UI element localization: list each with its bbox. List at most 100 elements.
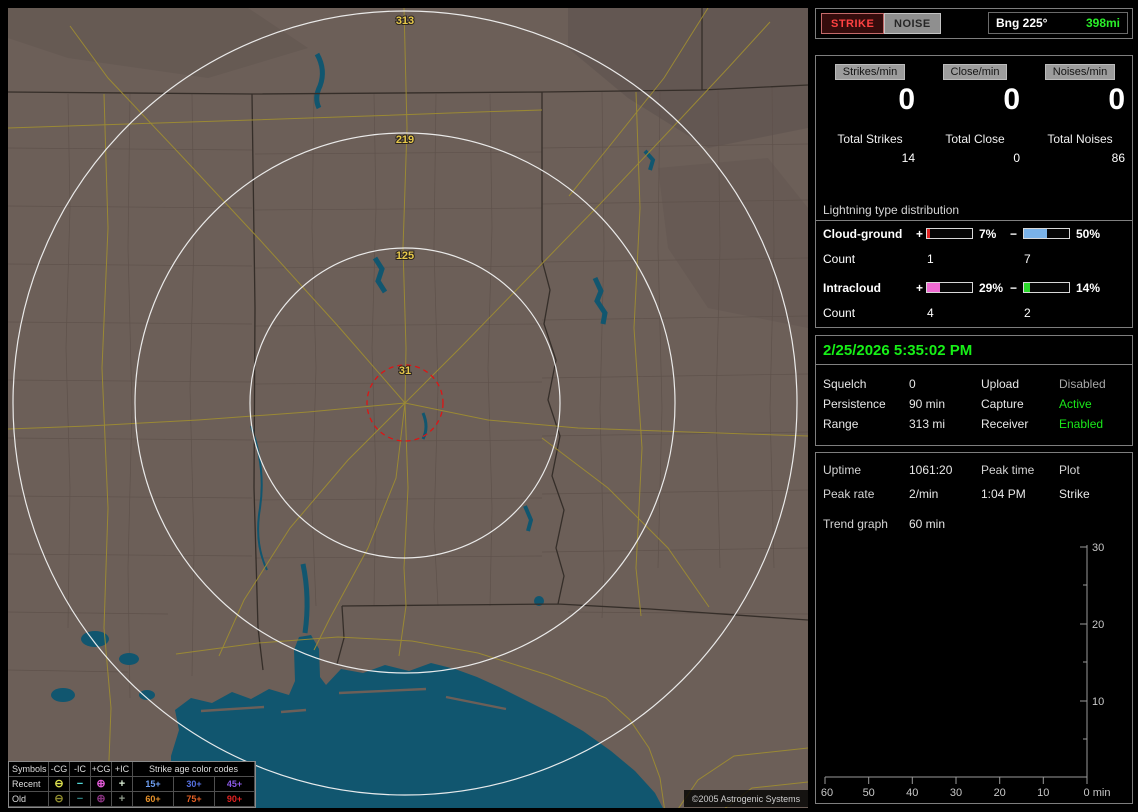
y-tick-30: 30 (1092, 542, 1104, 554)
trend-graph-row: Trend graph 60 min (816, 517, 1132, 532)
upload-label: Upload (981, 377, 1020, 391)
strikes-per-min-value: 0 (898, 83, 915, 116)
age-code-90: 90+ (215, 792, 255, 807)
noises-per-min-badge: Noises/min (1044, 64, 1116, 80)
ic-plus-bar-fill (927, 283, 941, 292)
map-legend: Symbols -CG -IC +CG +IC Strike age color… (8, 761, 256, 808)
x-tick-10: 10 (1037, 787, 1049, 799)
plot-label: Plot (1059, 463, 1080, 477)
ic-minus-bar-fill (1024, 283, 1031, 292)
bearing-display: Bng 225° 398mi (988, 12, 1128, 34)
distribution-title: Lightning type distribution (823, 203, 960, 217)
noises-column: Noises/min 0 Total Noises 86 (1027, 56, 1133, 181)
trend-chart-x-labels: 60 50 40 30 20 10 0 min (821, 787, 1111, 799)
total-strikes-value: 14 (901, 151, 915, 165)
cg-plus-percent: 7% (979, 227, 997, 241)
close-per-min-badge: Close/min (942, 64, 1008, 80)
status-row-squelch: Squelch 0 Upload Disabled (816, 377, 1132, 392)
total-noises-value: 86 (1111, 151, 1125, 165)
distribution-divider (816, 220, 1132, 221)
peak-time-label: Peak time (981, 463, 1035, 477)
cg-minus-percent: 50% (1076, 227, 1101, 241)
cloud-ground-row: Cloud-ground + 7% − 50% (816, 227, 1132, 241)
total-close-label: Total Close (945, 132, 1005, 146)
ring-label-219: 219 (396, 134, 414, 146)
bearing-range-value: 398mi (1085, 16, 1120, 30)
cg-plus-count: 1 (927, 252, 934, 266)
ic-plus-bar (926, 282, 973, 293)
status-row-range: Range 313 mi Receiver Enabled (816, 417, 1132, 432)
map-canvas[interactable]: 313 219 125 31 (8, 8, 808, 808)
trend-graph-label: Trend graph (823, 517, 888, 531)
ring-label-313: 313 (396, 15, 414, 27)
ic-plus-percent: 29% (979, 281, 1004, 295)
x-tick-30: 30 (950, 787, 962, 799)
x-tick-60: 60 (821, 787, 833, 799)
receiver-status: Enabled (1059, 417, 1104, 431)
legend-header-minus-cg: -CG (49, 762, 70, 777)
cg-minus-bar-fill (1024, 229, 1047, 238)
legend-row-old-label: Old (9, 792, 49, 807)
x-tick-0min: 0 min (1084, 787, 1111, 799)
intracloud-label: Intracloud (823, 281, 882, 295)
symbol-old-plus-ic-icon: + (112, 792, 133, 807)
session-panel: Uptime 1061:20 Peak time Plot Peak rate … (815, 452, 1133, 804)
datetime-display: 2/25/2026 5:35:02 PM (823, 342, 973, 359)
intracloud-row: Intracloud + 29% − 14% (816, 281, 1132, 295)
age-code-60: 60+ (133, 792, 174, 807)
range-label: Range (823, 417, 859, 431)
session-row-1: Uptime 1061:20 Peak time Plot (816, 463, 1132, 478)
plus-sign: + (916, 227, 924, 241)
age-code-75: 75+ (174, 792, 215, 807)
symbol-recent-plus-cg-icon: ⊕ (91, 777, 112, 792)
plus-sign: + (916, 281, 924, 295)
cloud-ground-label: Cloud-ground (823, 227, 903, 241)
lightning-map[interactable]: 313 219 125 31 Symbols -CG -IC +CG +IC S… (8, 8, 808, 808)
session-row-2: Peak rate 2/min 1:04 PM Strike (816, 487, 1132, 502)
strike-toggle-button[interactable]: STRIKE (821, 13, 885, 34)
stats-panel: Strikes/min 0 Total Strikes 14 Close/min… (815, 55, 1133, 328)
squelch-label: Squelch (823, 377, 867, 391)
total-noises-label: Total Noises (1047, 132, 1113, 146)
plot-value: Strike (1059, 487, 1090, 501)
x-tick-40: 40 (906, 787, 918, 799)
minus-sign: − (1010, 227, 1018, 241)
ring-label-125: 125 (396, 250, 414, 262)
ic-minus-percent: 14% (1076, 281, 1101, 295)
close-per-min-value: 0 (1003, 83, 1020, 116)
range-value: 313 mi (909, 417, 946, 431)
squelch-value: 0 (909, 377, 916, 391)
persistence-value: 90 min (909, 397, 946, 411)
close-column: Close/min 0 Total Close 0 (922, 56, 1028, 181)
cg-minus-count: 7 (1024, 252, 1031, 266)
symbol-recent-minus-cg-icon: ⊖ (49, 777, 70, 792)
nexstorm-window: 313 219 125 31 Symbols -CG -IC +CG +IC S… (0, 0, 1138, 812)
x-tick-20: 20 (994, 787, 1006, 799)
legend-header-minus-ic: -IC (70, 762, 91, 777)
symbol-old-minus-cg-icon: ⊖ (49, 792, 70, 807)
symbol-old-plus-cg-icon: ⊕ (91, 792, 112, 807)
upload-status: Disabled (1059, 377, 1106, 391)
trend-chart-axes (824, 545, 1088, 784)
noise-toggle-button[interactable]: NOISE (884, 13, 941, 34)
cg-minus-bar (1023, 228, 1070, 239)
legend-age-header: Strike age color codes (133, 762, 255, 777)
total-strikes-label: Total Strikes (837, 132, 903, 146)
age-code-30: 30+ (174, 777, 215, 792)
peak-time-value: 1:04 PM (981, 487, 1026, 501)
count-label: Count (823, 306, 856, 320)
symbol-recent-plus-ic-icon: + (112, 777, 133, 792)
symbol-old-minus-ic-icon: − (70, 792, 91, 807)
status-row-persistence: Persistence 90 min Capture Active (816, 397, 1132, 412)
ic-minus-bar (1023, 282, 1070, 293)
legend-header-plus-ic: +IC (112, 762, 133, 777)
ic-minus-count: 2 (1024, 306, 1031, 320)
cg-plus-bar (926, 228, 973, 239)
capture-status: Active (1059, 397, 1092, 411)
intracloud-count-row: Count 4 2 (816, 306, 1132, 320)
legend-symbols-header: Symbols (9, 762, 49, 777)
status-panel: 2/25/2026 5:35:02 PM Squelch 0 Upload Di… (815, 335, 1133, 446)
symbol-recent-minus-ic-icon: − (70, 777, 91, 792)
cg-plus-bar-fill (927, 229, 931, 238)
count-label: Count (823, 252, 856, 266)
